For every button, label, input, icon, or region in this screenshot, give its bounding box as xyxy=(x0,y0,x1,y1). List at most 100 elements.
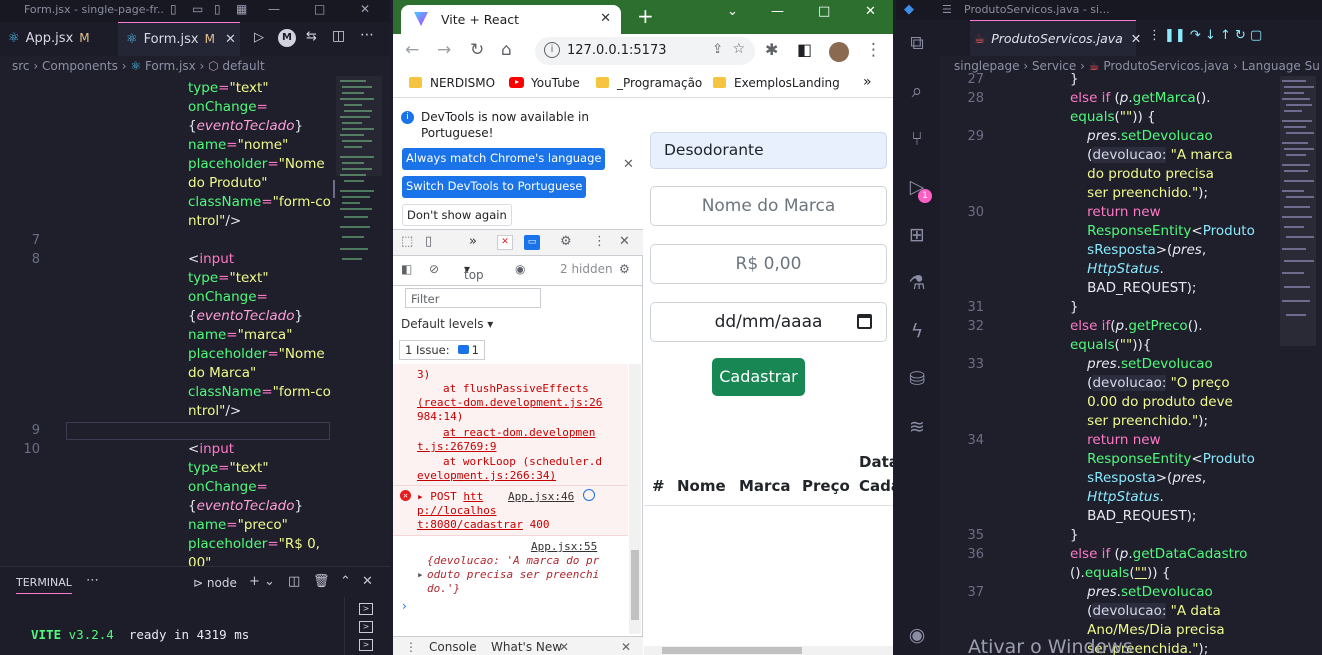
maximize-panel-icon[interactable]: ⌃ xyxy=(340,574,351,589)
trash-icon[interactable]: 🗑 xyxy=(313,574,330,589)
source-control-icon[interactable]: ⑂ xyxy=(906,128,928,150)
code-editor[interactable]: 7 8 9 10 type="text" onChange= {eventoTe… xyxy=(0,76,390,571)
product-name-input[interactable]: Desodorante xyxy=(650,132,887,169)
breadcrumb-symbol[interactable]: default xyxy=(222,59,264,73)
terminal-tab[interactable]: TERMINAL xyxy=(16,576,72,594)
more-bookmarks-icon[interactable]: » xyxy=(863,74,872,90)
account-icon[interactable]: ◉ xyxy=(906,624,928,646)
lightning-icon[interactable]: ϟ xyxy=(906,320,928,342)
errors-count-icon[interactable]: ✕ xyxy=(497,235,513,250)
stack-link[interactable]: (react-dom.development.js:26 xyxy=(417,396,602,410)
context-selector[interactable]: top ▾ xyxy=(464,262,484,282)
tab-vite-react[interactable]: Vite + React ✕ xyxy=(401,5,621,34)
layout-sidebar-icon[interactable]: ▯ xyxy=(170,2,177,16)
close-tab-icon[interactable]: ✕ xyxy=(559,640,569,654)
close-window-icon[interactable]: ✕ xyxy=(360,2,370,16)
extensions-icon[interactable]: ⊞ xyxy=(906,224,928,246)
bookmark-nerdismo[interactable]: NERDISMO xyxy=(409,76,495,90)
dont-show-again-button[interactable]: Don't show again xyxy=(402,204,512,226)
minimap[interactable] xyxy=(336,76,382,276)
minimize-icon[interactable]: — xyxy=(771,4,784,19)
run-icon[interactable]: ▷ xyxy=(254,30,264,45)
bookmark-exemploslanding[interactable]: ExemplosLanding xyxy=(713,76,840,90)
close-tab-icon[interactable]: ✕ xyxy=(1131,31,1141,46)
horizontal-scrollbar[interactable] xyxy=(644,646,893,655)
stack-link[interactable]: t.js:26769:9 xyxy=(417,440,496,454)
close-window-icon[interactable]: ✕ xyxy=(865,4,876,19)
tab-form-jsx[interactable]: ⚛ Form.jsx M ✕ xyxy=(118,22,240,56)
forward-icon[interactable]: → xyxy=(437,40,451,60)
explorer-icon[interactable]: ⧉ xyxy=(906,32,928,54)
live-expression-eye-icon[interactable]: ◉ xyxy=(515,262,525,276)
stack-link[interactable]: at react-dom.developmen xyxy=(443,426,595,440)
back-icon[interactable]: ← xyxy=(405,40,419,60)
close-panel-icon[interactable]: ✕ xyxy=(362,574,373,589)
scroll-thumb[interactable] xyxy=(631,550,639,620)
console-scrollbar[interactable] xyxy=(629,364,641,634)
source-link[interactable]: App.jsx:46 xyxy=(508,490,574,504)
breadcrumb-item[interactable]: Language Su xyxy=(1242,59,1320,73)
terminal-output[interactable]: VITE v3.2.4 ready in 4319 ms xyxy=(31,627,249,642)
compare-changes-icon[interactable]: ⇆ xyxy=(306,29,317,44)
match-language-button[interactable]: Always match Chrome's language xyxy=(402,148,606,170)
database-icon[interactable]: ⛁ xyxy=(906,368,928,390)
side-panel-icon[interactable]: ◧ xyxy=(797,40,812,59)
breadcrumb-components[interactable]: Components xyxy=(42,59,118,73)
brand-name-input[interactable]: Nome do Marca xyxy=(650,186,887,226)
more-actions-icon[interactable]: ⋯ xyxy=(360,27,374,43)
terminal-instance-icon[interactable]: > xyxy=(359,639,373,651)
more-icon[interactable]: ⋯ xyxy=(86,573,99,588)
bookmark-programacao[interactable]: _Programação xyxy=(596,76,702,90)
extension-m-icon[interactable]: M xyxy=(278,29,296,47)
issues-button[interactable]: 1 Issue: 1 xyxy=(399,340,485,360)
maximize-icon[interactable]: □ xyxy=(818,4,830,19)
tab-app-jsx[interactable]: ⚛ App.jsx M xyxy=(0,22,110,56)
breadcrumb-file[interactable]: Form.jsx xyxy=(145,59,196,73)
calendar-icon[interactable] xyxy=(857,314,872,329)
default-levels-dropdown[interactable]: Default levels ▾ xyxy=(401,317,493,331)
extensions-icon[interactable]: ✱ xyxy=(765,40,778,59)
drawer-menu-icon[interactable]: ⋮ xyxy=(405,640,417,654)
close-tab-icon[interactable]: ✕ xyxy=(225,32,236,47)
share-icon[interactable]: ⇪ xyxy=(712,42,723,57)
terminal-shell-selector[interactable]: ⊳ node xyxy=(193,576,237,590)
stack-link[interactable]: evelopment.js:266:34) xyxy=(417,469,556,483)
new-terminal-icon[interactable]: + ⌄ xyxy=(249,574,275,589)
more-actions-icon[interactable]: ⋮ xyxy=(1148,28,1161,43)
bookmark-youtube[interactable]: YouTube xyxy=(509,76,580,90)
sidebar-toggle-icon[interactable]: ◧ xyxy=(401,262,412,276)
testing-flask-icon[interactable]: ⚗ xyxy=(906,272,928,294)
new-tab-icon[interactable]: + xyxy=(637,4,654,28)
minimize-icon[interactable]: — xyxy=(268,2,280,16)
tab-search-icon[interactable]: ⌄ xyxy=(727,4,738,19)
device-toolbar-icon[interactable]: ▯ xyxy=(425,234,432,249)
layers-icon[interactable]: ≋ xyxy=(906,416,928,438)
address-bar[interactable]: i 127.0.0.1:5173 ⇪ ☆ xyxy=(535,37,755,65)
terminal-instance-icon[interactable]: > xyxy=(359,621,373,633)
profile-avatar[interactable] xyxy=(829,42,849,62)
expand-arrow-icon[interactable]: ▸ xyxy=(417,568,424,582)
network-icon[interactable] xyxy=(583,489,595,501)
filter-input[interactable]: Filter xyxy=(405,288,541,308)
tab-produtoservicos-java[interactable]: ☕ ProdutoServicos.java ✕ xyxy=(970,20,1141,56)
close-tab-icon[interactable]: ✕ xyxy=(600,11,611,26)
switch-language-button[interactable]: Switch DevTools to Portuguese xyxy=(402,176,587,198)
submit-button[interactable]: Cadastrar xyxy=(712,358,805,396)
drawer-tab-console[interactable]: Console xyxy=(429,640,477,654)
terminal-instance-icon[interactable]: > xyxy=(359,603,373,615)
price-input[interactable]: R$ 0,00 xyxy=(650,244,887,284)
date-input[interactable]: dd/mm/aaaa xyxy=(650,302,887,342)
issues-count-icon[interactable]: ▭ xyxy=(524,235,540,250)
breadcrumb-src[interactable]: src xyxy=(12,59,30,73)
search-icon[interactable]: ⌕ xyxy=(906,80,928,102)
breadcrumb-item[interactable]: singlepage xyxy=(954,59,1020,73)
drawer-tab-whats-new[interactable]: What's New xyxy=(491,640,562,654)
settings-gear-icon[interactable]: ⚙ xyxy=(560,234,572,249)
minimap[interactable] xyxy=(1280,76,1316,356)
scroll-thumb[interactable] xyxy=(662,647,802,654)
layout-secondary-icon[interactable]: ▯ xyxy=(214,2,221,16)
customize-layout-icon[interactable]: ▦ xyxy=(236,2,247,16)
console-settings-icon[interactable]: ⚙ xyxy=(619,262,630,276)
request-url[interactable]: p://localhos xyxy=(417,504,496,518)
home-icon[interactable]: ⌂ xyxy=(501,40,512,60)
